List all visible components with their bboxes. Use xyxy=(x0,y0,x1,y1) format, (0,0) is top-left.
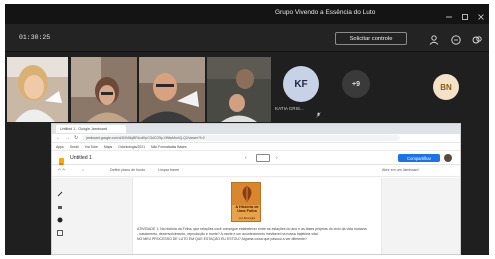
browser-tab[interactable]: Untitled 1 - Google Jamboard xyxy=(56,125,126,133)
eraser-icon[interactable] xyxy=(57,197,63,209)
book-title: A História de Uma Folha xyxy=(235,205,259,213)
jamboard-header: Untitled 1 ‹ › Compartilhar xyxy=(52,151,460,167)
jamboard-toolbar: ↶ ↷ ⌕ Definir plano de fundo Limpar fram… xyxy=(52,165,460,177)
participants-strip: KF KATIA CRIS... +9 BN xyxy=(5,52,489,123)
forward-icon[interactable]: → xyxy=(65,135,70,141)
reactions-icon[interactable] xyxy=(471,33,483,45)
book-author: Leo Buscaglia xyxy=(238,217,256,220)
meeting-controls-bar: 01:30:25 Solicitar controle xyxy=(5,24,489,52)
minimize-icon[interactable] xyxy=(445,8,453,18)
avatar: KF xyxy=(283,66,319,102)
meeting-window: Grupo Vivendo a Essência do Luto 01:30:2… xyxy=(5,4,489,255)
pen-icon[interactable] xyxy=(57,184,63,197)
reload-icon[interactable]: ↻ xyxy=(74,135,78,141)
sticky-note-icon[interactable] xyxy=(57,223,63,236)
participant-kf[interactable]: KF xyxy=(283,66,319,102)
bookmark-item[interactable]: Gmail xyxy=(70,145,79,149)
bookmark-item[interactable]: Maps xyxy=(104,145,112,149)
meeting-title: Grupo Vivendo a Essência do Luto xyxy=(275,9,376,16)
back-icon[interactable]: ← xyxy=(56,135,61,141)
more-participants[interactable]: +9 xyxy=(342,70,370,98)
document-title[interactable]: Untitled 1 xyxy=(70,155,92,161)
meeting-timer: 01:30:25 xyxy=(19,34,51,41)
share-button[interactable]: Compartilhar xyxy=(398,154,440,162)
undo-icon[interactable]: ↶ ↷ xyxy=(58,168,65,172)
avatar[interactable] xyxy=(444,154,452,162)
bookmark-item[interactable]: Não Formatadas Bases xyxy=(151,145,187,149)
participant-video-4[interactable] xyxy=(207,57,271,122)
title-bar: Grupo Vivendo a Essência do Luto xyxy=(5,4,489,24)
shared-screen: Untitled 1 - Google Jamboard ← → ↻ jambo… xyxy=(51,123,461,255)
book-cover-image[interactable]: A História de Uma Folha Leo Buscaglia xyxy=(231,182,261,222)
people-icon[interactable] xyxy=(428,33,440,45)
participant-bn[interactable]: BN xyxy=(433,74,459,100)
participant-video-1[interactable] xyxy=(7,57,68,122)
avatar: BN xyxy=(433,74,459,100)
close-icon[interactable] xyxy=(477,8,485,20)
maximize-icon[interactable] xyxy=(461,8,469,20)
tool-palette xyxy=(55,184,65,236)
overflow-count: +9 xyxy=(342,70,370,98)
address-bar[interactable]: jamboard.google.com/d/1I0h5kyBRLudKpCGdC… xyxy=(82,135,400,141)
participant-video-3[interactable] xyxy=(139,57,205,122)
browser-address-row: ← → ↻ jamboard.google.com/d/1I0h5kyBRLud… xyxy=(52,134,460,143)
bookmark-item[interactable]: Odontologia/2021 xyxy=(118,145,145,149)
jamboard-canvas: A História de Uma Folha Leo Buscaglia AT… xyxy=(52,178,460,254)
clear-frame-button[interactable]: Limpar frame xyxy=(158,168,179,172)
zoom-icon[interactable]: ⌕ xyxy=(82,168,84,172)
bookmark-item[interactable]: Apps xyxy=(56,145,64,149)
bookmarks-bar: Apps Gmail YouTube Maps Odontologia/2021… xyxy=(52,143,460,151)
participant-name: KATIA CRIS... xyxy=(275,106,304,111)
jamboard-frame[interactable]: A História de Uma Folha Leo Buscaglia AT… xyxy=(132,178,382,254)
mic-muted-icon xyxy=(316,105,321,123)
browser-tab-strip: Untitled 1 - Google Jamboard xyxy=(52,124,460,134)
next-frame-icon[interactable]: › xyxy=(276,155,278,161)
prev-frame-icon[interactable]: ‹ xyxy=(245,155,247,161)
request-control-button[interactable]: Solicitar controle xyxy=(335,32,407,45)
window-controls xyxy=(445,8,485,20)
open-in-jamboard-button[interactable]: Abrir em um Jamboard xyxy=(382,168,419,172)
frame-bar-icon[interactable] xyxy=(256,154,270,162)
text-line: NO MEU PROCESSO DE LUTO EM QUE ESTAÇÃO E… xyxy=(137,236,308,241)
select-icon[interactable] xyxy=(57,210,63,223)
chat-icon[interactable] xyxy=(450,33,462,45)
bookmark-item[interactable]: YouTube xyxy=(85,145,98,149)
activity-text: ATIVIDADE 1: Na história da Folha, que r… xyxy=(137,227,379,242)
participant-video-2[interactable] xyxy=(71,57,137,122)
set-background-button[interactable]: Definir plano de fundo xyxy=(110,168,145,172)
